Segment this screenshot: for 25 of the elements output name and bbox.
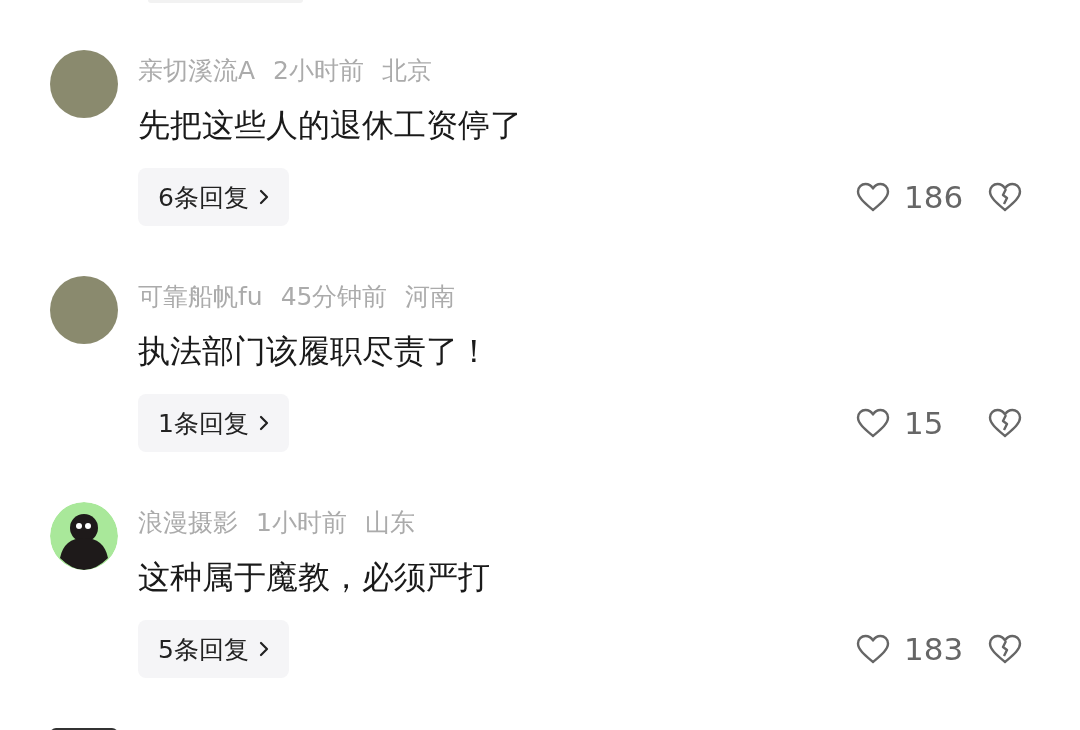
comment-text: 先把这些人的退休工资停了 <box>138 105 523 146</box>
comment-text: 执法部门该履职尽责了！ <box>138 331 491 372</box>
broken-heart-icon[interactable] <box>988 634 1022 664</box>
comment-location: 河南 <box>405 280 456 313</box>
replies-button[interactable]: 1条回复 <box>138 394 289 452</box>
broken-heart-icon[interactable] <box>988 408 1022 438</box>
replies-button[interactable]: 5条回复 <box>138 620 289 678</box>
heart-icon[interactable] <box>856 182 890 212</box>
like-count: 183 <box>904 631 965 667</box>
heart-icon[interactable] <box>856 634 890 664</box>
avatar-silhouette-icon[interactable] <box>50 502 118 570</box>
comment-location: 北京 <box>382 54 432 87</box>
like-count: 15 <box>904 405 945 441</box>
like-count: 186 <box>904 179 965 215</box>
comment-time: 2小时前 <box>273 54 364 87</box>
comment-time: 1小时前 <box>256 506 347 539</box>
chevron-icon <box>258 189 269 205</box>
heart-icon[interactable] <box>856 408 890 438</box>
comment-location: 山东 <box>364 506 415 539</box>
chevron-icon <box>258 415 269 431</box>
comment-text: 这种属于魔教，必须严打 <box>138 557 491 598</box>
broken-heart-icon[interactable] <box>988 182 1022 212</box>
comment-time: 45分钟前 <box>280 280 388 313</box>
replies-button[interactable]: 6条回复 <box>138 168 289 226</box>
chevron-icon <box>258 641 269 657</box>
